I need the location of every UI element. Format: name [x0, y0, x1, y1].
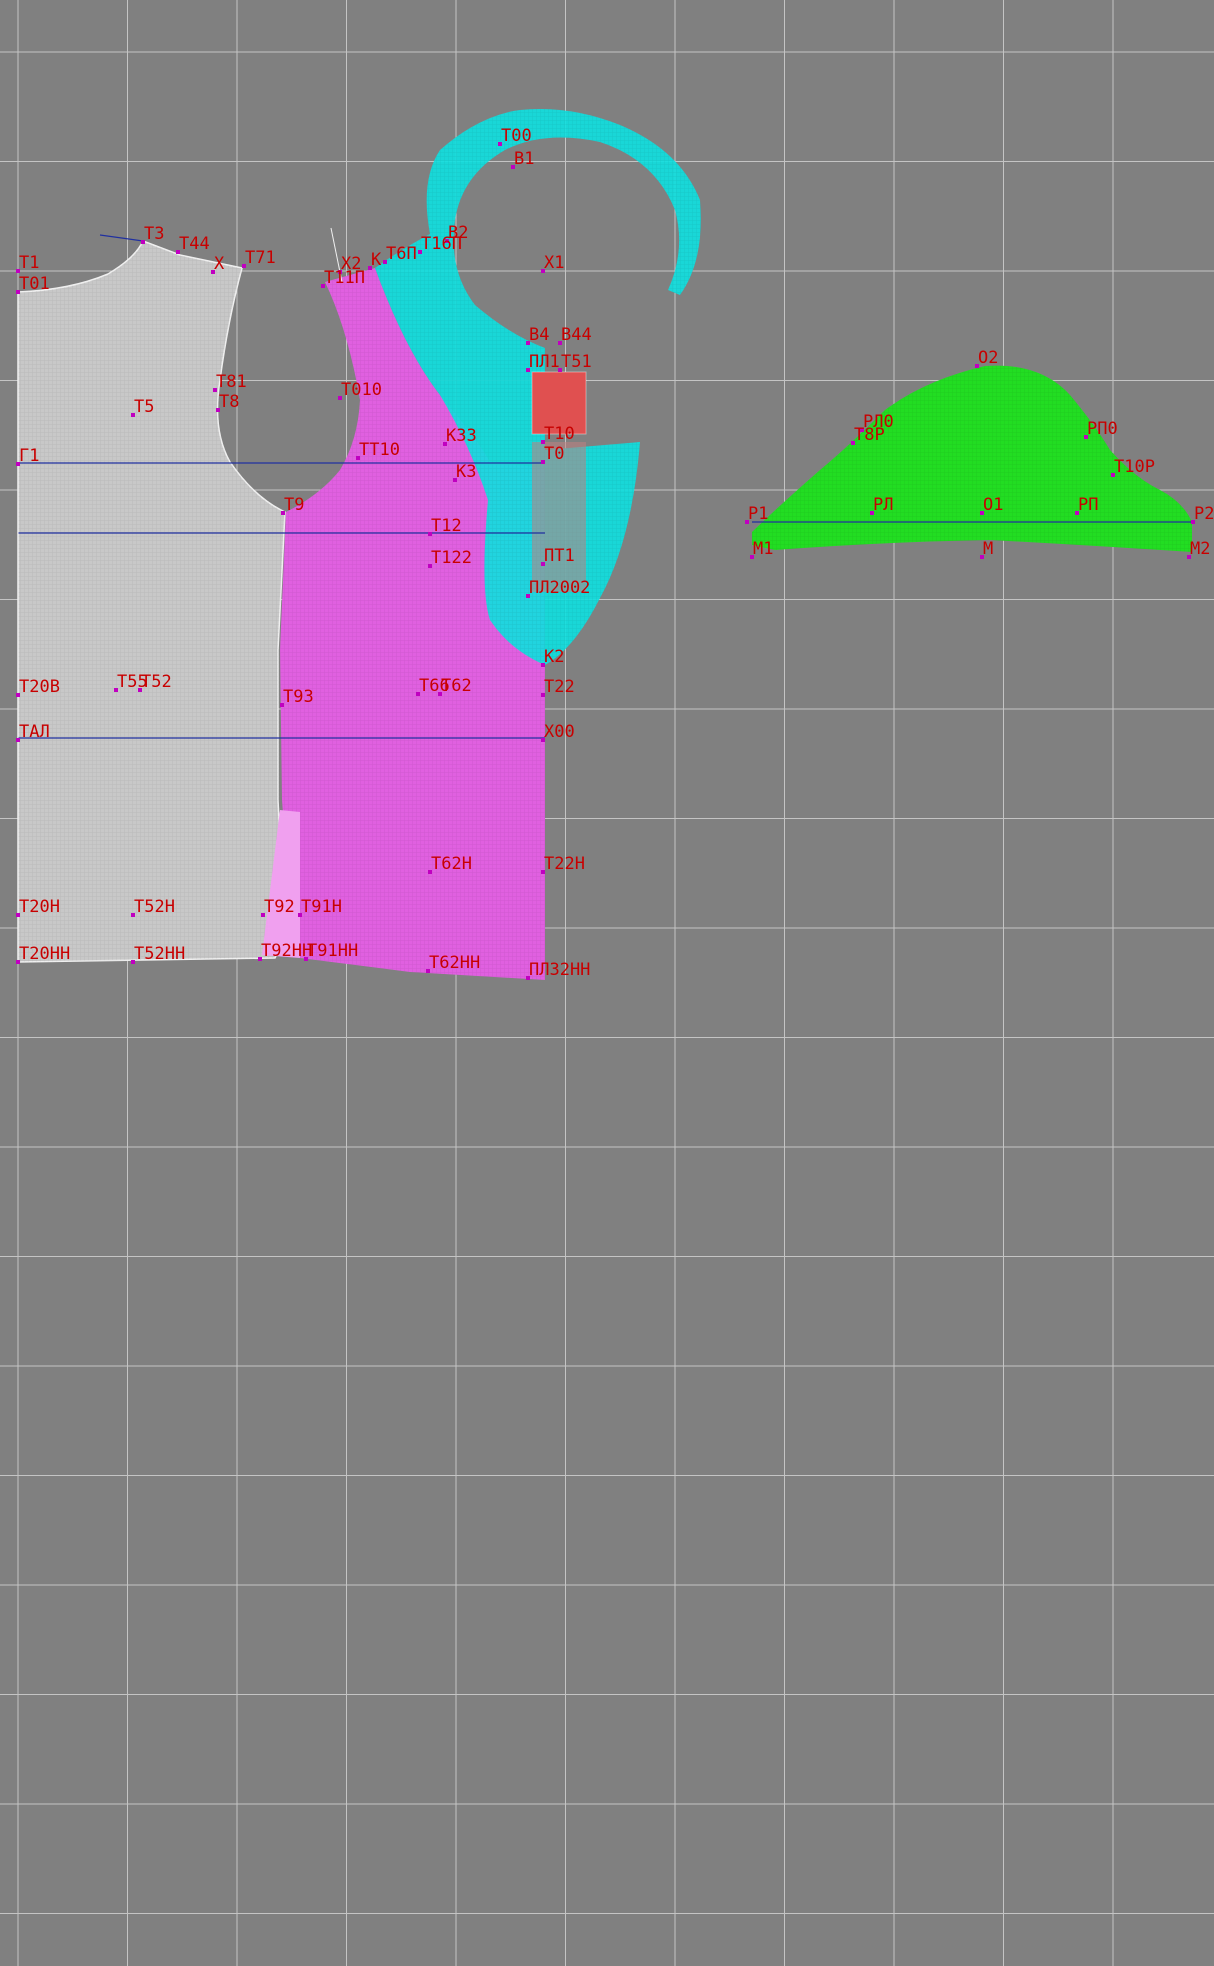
point-label: Т9 [284, 495, 304, 515]
point-label: Т20Н [19, 897, 60, 917]
point-label: ПЛ32НН [529, 960, 590, 980]
point-label: Т62Н [431, 854, 472, 874]
point-label: ТАЛ [19, 722, 50, 742]
point-label: Т12 [431, 516, 462, 536]
point-label: Р2 [1194, 504, 1214, 524]
pattern-canvas[interactable]: Т00В1В2Х1Т1Т01Т3 Т44Х Т71 Х2 К Т6П Т16ПТ11ПВ4 В… [0, 0, 1214, 1966]
point-label: Т81 [216, 372, 247, 392]
point-label: ПЛ1 [529, 352, 560, 372]
point-label: Т71 [245, 248, 276, 268]
point-label: Т1 [19, 253, 39, 273]
point-label: Г1 [19, 446, 39, 466]
point-label: Т16П [421, 234, 462, 254]
point-label: ПТ1 [544, 546, 575, 566]
point-label: Т92 [264, 897, 295, 917]
point-label: К33 [446, 426, 477, 446]
point-label: К2 [544, 647, 564, 667]
point-label: Т51 [561, 352, 592, 372]
point-label: Т44 [179, 234, 210, 254]
point-label: Х1 [544, 253, 564, 273]
point-label: Т52НН [134, 944, 185, 964]
point-label: К [371, 250, 382, 270]
point-label: В44 [561, 325, 592, 345]
point-label: РП [1078, 495, 1098, 515]
point-label: ПЛ2002 [529, 578, 590, 598]
point-label: Т6П [386, 244, 417, 264]
point-label: РЛ [873, 495, 893, 515]
point-label: Т10Р [1114, 457, 1155, 477]
pocket-bag[interactable] [532, 442, 586, 592]
point-label: М [983, 539, 993, 559]
point-label: Х [214, 254, 225, 274]
point-label: Т5 [134, 397, 154, 417]
point-label: М1 [753, 539, 773, 559]
point-label: К3 [456, 462, 476, 482]
point-label: Т8Р [854, 425, 885, 445]
point-label: Т20НН [19, 944, 70, 964]
point-label: Т010 [341, 380, 382, 400]
point-label: Т91Н [301, 897, 342, 917]
point-label: Р1 [748, 504, 768, 524]
point-label: Т62НН [429, 953, 480, 973]
point-label: Т11П [324, 268, 365, 288]
point-label: Т8 [219, 392, 239, 412]
point-label: Т00 [501, 126, 532, 146]
point-label: Т3 [144, 224, 164, 244]
point-label: Т20В [19, 677, 60, 697]
point-label: Т0 [544, 444, 564, 464]
point-label: Т10 [544, 424, 575, 444]
point-label: О1 [983, 495, 1003, 515]
point-label: Т91НН [307, 941, 358, 961]
point-label: Т92НН [261, 941, 312, 961]
point-label: Т62 [441, 676, 472, 696]
point-label: РП0 [1087, 419, 1118, 439]
point-label: В4 [529, 325, 549, 345]
point-label: Т22Н [544, 854, 585, 874]
point-label: Т01 [19, 274, 50, 294]
point-label: Т122 [431, 548, 472, 568]
point-label: Т52Н [134, 897, 175, 917]
point-label: О2 [978, 348, 998, 368]
point-label: ТТ10 [359, 440, 400, 460]
point-label: Х00 [544, 722, 575, 742]
point-label: Т22 [544, 677, 575, 697]
point-label: Т52 [141, 672, 172, 692]
point-label: В1 [514, 149, 534, 169]
point-label: М2 [1190, 539, 1210, 559]
back-piece[interactable] [17, 240, 286, 963]
point-label: Т93 [283, 687, 314, 707]
